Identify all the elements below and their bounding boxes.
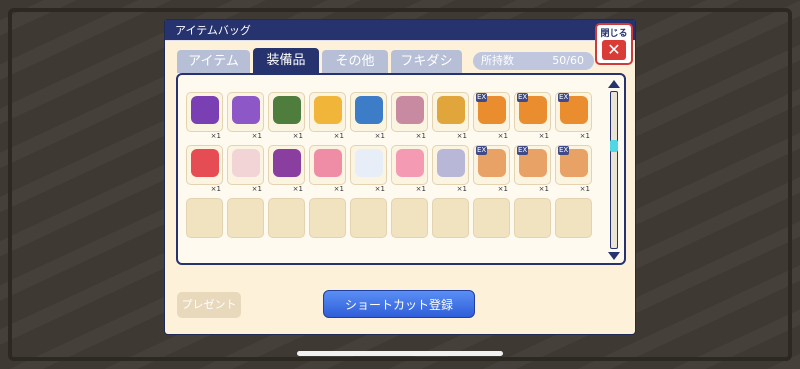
pink-cake-icon — [314, 149, 342, 177]
ex-badge: EX — [517, 146, 529, 155]
ex-badge: EX — [558, 146, 570, 155]
tab-item[interactable]: アイテム — [177, 50, 250, 73]
present-button-label: プレゼント — [181, 298, 237, 311]
item-quantity: ×1 — [210, 185, 221, 193]
inventory-slot[interactable]: ×1 — [309, 92, 346, 140]
tab-equipment-label: 装備品 — [266, 53, 306, 68]
close-button-label: 閉じる — [600, 29, 628, 39]
inventory-slot[interactable]: ×1 — [391, 145, 428, 193]
item-quantity: ×1 — [456, 132, 467, 140]
blue-robot-icon — [355, 96, 383, 124]
item-quantity: ×1 — [497, 185, 508, 193]
item-quantity: ×1 — [251, 185, 262, 193]
inventory-slot[interactable]: ×1 — [432, 145, 469, 193]
inventory-slot[interactable] — [555, 198, 592, 238]
inventory-slot[interactable] — [350, 198, 387, 238]
scroll-down-icon[interactable] — [608, 252, 620, 260]
inventory-slot[interactable] — [227, 198, 264, 238]
inventory-slot[interactable]: ×1 — [309, 145, 346, 193]
item-quantity: ×1 — [497, 132, 508, 140]
inventory-slot[interactable] — [309, 198, 346, 238]
close-icon: ✕ — [602, 40, 626, 60]
item-quantity: ×1 — [415, 132, 426, 140]
inventory-slot[interactable]: EX ×1 — [514, 92, 551, 140]
tab-speech-bubble-label: フキダシ — [400, 54, 453, 69]
inventory-slot[interactable]: EX ×1 — [555, 92, 592, 140]
inventory-slot[interactable]: ×1 — [227, 145, 264, 193]
inventory-slot[interactable]: ×1 — [186, 92, 223, 140]
inventory-count-label: 所持数 — [481, 54, 514, 67]
item-quantity: ×1 — [210, 132, 221, 140]
inventory-slot[interactable]: ×1 — [350, 145, 387, 193]
item-quantity: ×1 — [374, 132, 385, 140]
equipment-grid: ×1 ×1 ×1 ×1 ×1 ×1 ×1 EX ×1 EX ×1 EX ×1 ×1 ×1 ×1 ×1 ×1 ×1 ×1… — [186, 89, 592, 244]
inventory-slot[interactable] — [268, 198, 305, 238]
scrollbar[interactable] — [606, 78, 622, 262]
pink-flower-icon — [396, 149, 424, 177]
inventory-slot[interactable]: EX ×1 — [473, 92, 510, 140]
inventory-slot[interactable]: ×1 — [350, 92, 387, 140]
inventory-slot[interactable]: EX ×1 — [555, 145, 592, 193]
inventory-slot[interactable] — [514, 198, 551, 238]
item-quantity: ×1 — [538, 185, 549, 193]
present-button[interactable]: プレゼント — [177, 292, 241, 318]
item-quantity: ×1 — [456, 185, 467, 193]
inventory-count: 所持数 50/60 — [473, 52, 594, 70]
ex-badge: EX — [517, 93, 529, 102]
ex-badge: EX — [558, 93, 570, 102]
green-dragon-armor-icon — [273, 96, 301, 124]
shortcut-register-button[interactable]: ショートカット登録 — [323, 290, 475, 318]
ex-badge: EX — [476, 93, 488, 102]
inventory-slot[interactable] — [432, 198, 469, 238]
white-cloud-icon — [355, 149, 383, 177]
inventory-slot[interactable]: EX ×1 — [514, 145, 551, 193]
item-quantity: ×1 — [292, 185, 303, 193]
ex-badge: EX — [476, 146, 488, 155]
inventory-slot[interactable]: ×1 — [268, 92, 305, 140]
scroll-up-icon[interactable] — [608, 80, 620, 88]
close-button[interactable]: 閉じる ✕ — [595, 23, 633, 65]
scroll-thumb[interactable] — [610, 140, 618, 152]
inventory-slot[interactable]: ×1 — [391, 92, 428, 140]
pink-cat-figure-icon — [396, 96, 424, 124]
strawberry-icon — [191, 149, 219, 177]
inventory-count-value: 50/60 — [552, 54, 584, 67]
home-indicator[interactable] — [297, 351, 503, 356]
dialog-title-bar: アイテムバッグ — [165, 20, 635, 41]
purple-dragon-armor-icon — [232, 96, 260, 124]
inventory-slot[interactable] — [391, 198, 428, 238]
equipment-grid-panel: ×1 ×1 ×1 ×1 ×1 ×1 ×1 EX ×1 EX ×1 EX ×1 ×1 ×1 ×1 ×1 ×1 ×1 ×1… — [176, 73, 626, 265]
white-robe-icon — [437, 149, 465, 177]
inventory-slot[interactable]: ×1 — [186, 145, 223, 193]
inventory-slot[interactable]: ×1 — [432, 92, 469, 140]
item-quantity: ×1 — [538, 132, 549, 140]
item-quantity: ×1 — [333, 132, 344, 140]
purple-armor-icon — [273, 149, 301, 177]
shortcut-register-button-label: ショートカット登録 — [344, 298, 453, 312]
tab-equipment[interactable]: 装備品 — [253, 48, 319, 74]
tab-speech-bubble[interactable]: フキダシ — [391, 50, 462, 73]
tab-other[interactable]: その他 — [322, 50, 388, 73]
item-quantity: ×1 — [292, 132, 303, 140]
purple-dragon-armor-icon — [191, 96, 219, 124]
dialog-title: アイテムバッグ — [175, 24, 251, 37]
item-quantity: ×1 — [374, 185, 385, 193]
item-quantity: ×1 — [333, 185, 344, 193]
inventory-slot[interactable] — [186, 198, 223, 238]
tab-other-label: その他 — [335, 54, 375, 69]
item-quantity: ×1 — [579, 185, 590, 193]
item-quantity: ×1 — [251, 132, 262, 140]
item-quantity: ×1 — [415, 185, 426, 193]
scroll-track[interactable] — [610, 91, 618, 249]
golden-bun-icon — [314, 96, 342, 124]
item-quantity: ×1 — [579, 132, 590, 140]
inventory-slot[interactable]: ×1 — [268, 145, 305, 193]
white-fluff-icon — [232, 149, 260, 177]
tab-item-label: アイテム — [188, 54, 239, 69]
golden-lizard-icon — [437, 96, 465, 124]
inventory-slot[interactable]: EX ×1 — [473, 145, 510, 193]
inventory-slot[interactable] — [473, 198, 510, 238]
inventory-slot[interactable]: ×1 — [227, 92, 264, 140]
item-bag-dialog: アイテムバッグ 閉じる ✕ アイテム 装備品 その他 フキダシ 所持数 50/6… — [165, 20, 635, 334]
